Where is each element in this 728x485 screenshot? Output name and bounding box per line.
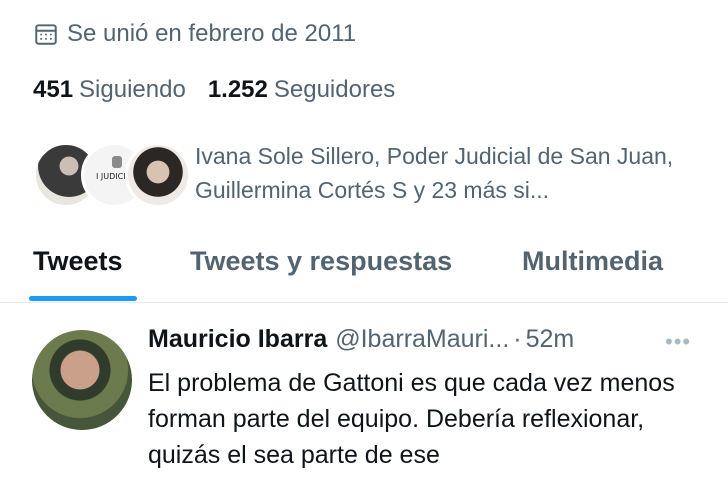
tweet-author-handle[interactable]: @IbarraMauri... xyxy=(335,325,509,354)
tab-tweets[interactable]: Tweets xyxy=(33,246,123,277)
active-tab-indicator xyxy=(29,296,137,301)
tweet-header: Mauricio Ibarra @IbarraMauri... · 52m xyxy=(148,325,574,354)
tweet-author-name[interactable]: Mauricio Ibarra xyxy=(148,325,327,354)
tweet-text: El problema de Gattoni es que cada vez m… xyxy=(148,369,675,469)
followers-label: Seguidores xyxy=(273,76,396,103)
tweet-separator: · xyxy=(513,325,522,353)
joined-text: Se unió en febrero de 2011 xyxy=(67,20,357,47)
more-horizontal-icon[interactable]: ••• xyxy=(665,329,691,355)
following-count: 451 xyxy=(33,76,74,103)
tab-tweets-replies[interactable]: Tweets y respuestas xyxy=(190,246,452,277)
followers-count: 1.252 xyxy=(207,76,268,103)
tweet-author-avatar[interactable] xyxy=(32,330,132,430)
seal-icon xyxy=(112,156,122,168)
avatar xyxy=(125,142,191,208)
following-label: Siguiendo xyxy=(79,76,186,103)
joined-date: Se unió en febrero de 2011 xyxy=(33,20,356,48)
followers-link[interactable]: 1.252 Seguidores xyxy=(208,76,395,104)
calendar-icon xyxy=(33,21,59,47)
tweet-time[interactable]: 52m xyxy=(526,325,575,354)
profile-tabs: Tweets Tweets y respuestas Multimedia xyxy=(0,238,728,303)
follow-counts: 451 Siguiendo 1.252 Seguidores xyxy=(33,76,395,104)
following-link[interactable]: 451 Siguiendo xyxy=(33,76,186,104)
tweet[interactable]: Mauricio Ibarra @IbarraMauri... · 52m ••… xyxy=(0,303,728,485)
followed-by-text: Ivana Sole Sillero, Poder Judicial de Sa… xyxy=(195,143,674,203)
followed-by-row[interactable]: I JUDICIAL Ivana Sole Sillero, Poder Jud… xyxy=(33,138,675,208)
tab-media[interactable]: Multimedia xyxy=(522,246,663,277)
followed-by-avatars: I JUDICIAL xyxy=(33,138,191,208)
